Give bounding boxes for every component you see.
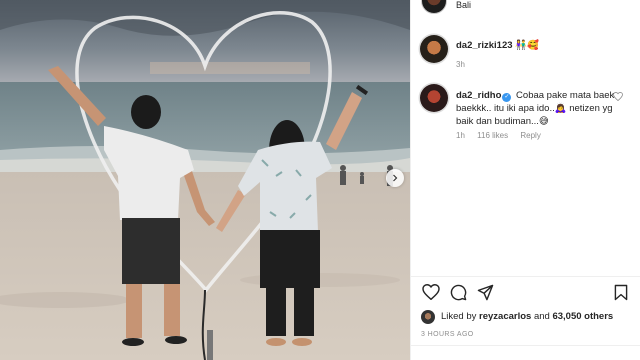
verified-badge-icon: ✓ [502, 93, 512, 102]
divider [411, 276, 640, 277]
save-icon [614, 284, 628, 301]
likes-prefix: Liked by [441, 311, 477, 322]
post-timestamp[interactable]: 3 HOURS AGO [421, 331, 474, 338]
share-button[interactable] [477, 284, 494, 301]
post-photo[interactable] [0, 0, 410, 360]
avatar[interactable] [420, 84, 448, 112]
like-comment-icon[interactable] [613, 92, 623, 101]
comment-button[interactable] [450, 284, 467, 301]
like-button[interactable] [422, 284, 440, 300]
reply-button[interactable]: Reply [520, 131, 540, 140]
like-icon [422, 284, 440, 300]
comment-2: da2_ridho ✓ Cobaa pake mata baek baekkk..… [456, 89, 616, 128]
comment-time[interactable]: 3h [456, 60, 465, 69]
likes-count[interactable]: 63,050 others [552, 311, 613, 322]
liker-username[interactable]: reyzacarlos [479, 311, 531, 322]
share-icon [477, 284, 494, 301]
chevron-right-icon [393, 174, 398, 182]
comment-username[interactable]: da2_ridho [456, 90, 501, 101]
comment-meta: 1h 116 likes Reply [456, 131, 551, 140]
previous-comment: Bali [411, 0, 640, 18]
action-bar [411, 284, 640, 304]
comment-time[interactable]: 1h [456, 131, 465, 140]
comments-panel: Bali da2_rizki123 👫🥰 3h da2_ridho ✓ Cobaa… [410, 0, 640, 360]
likes-text: Liked by reyzacarlos and 63,050 others [441, 311, 613, 322]
likes-summary: Liked by reyzacarlos and 63,050 others [421, 310, 640, 326]
comment-1: da2_rizki123 👫🥰 [456, 40, 539, 51]
save-button[interactable] [614, 284, 628, 301]
comment-icon [450, 284, 467, 301]
divider [411, 345, 640, 346]
beach-photo [0, 0, 410, 360]
avatar[interactable] [420, 35, 448, 63]
likes-middle: and [533, 311, 550, 322]
comment-username[interactable]: da2_rizki123 [456, 40, 513, 51]
next-photo-button[interactable] [386, 169, 404, 187]
avatar[interactable] [421, 0, 447, 14]
avatar[interactable] [421, 310, 435, 324]
comment-likes[interactable]: 116 likes [477, 131, 508, 140]
comment-text: 👫🥰 [515, 40, 539, 51]
previous-comment-text: Bali [456, 0, 472, 10]
